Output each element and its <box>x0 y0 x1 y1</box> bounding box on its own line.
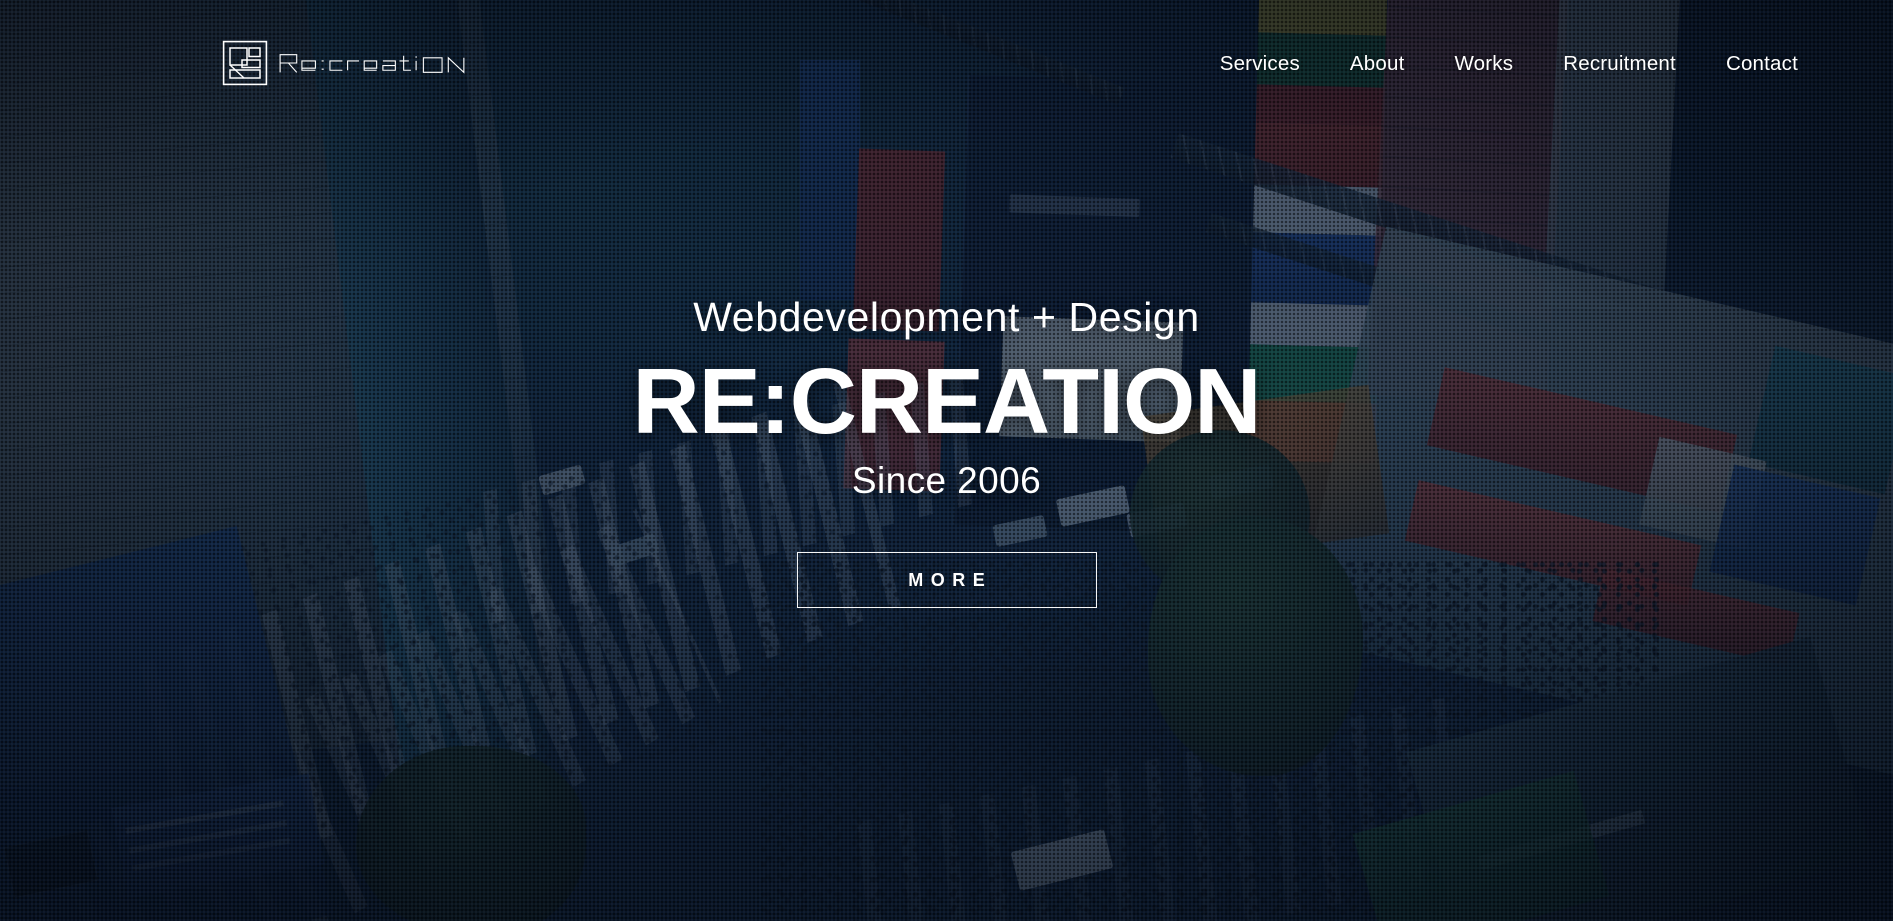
nav-item-contact[interactable]: Contact <box>1701 52 1823 76</box>
nav-item-about[interactable]: About <box>1325 52 1430 76</box>
nav-item-services[interactable]: Services <box>1195 52 1325 76</box>
hero-content: Webdevelopment + Design RE:CREATION Sinc… <box>0 0 1893 921</box>
nav-item-works[interactable]: Works <box>1430 52 1539 76</box>
nav-item-recruitment[interactable]: Recruitment <box>1538 52 1701 76</box>
hero-since-text: Since 2006 <box>851 460 1042 502</box>
site-header: Services About Works Recruitment Contact <box>0 0 1893 112</box>
logo-mark-icon <box>222 40 268 86</box>
main-navigation: Services About Works Recruitment Contact <box>1195 52 1823 76</box>
brand-wordmark <box>279 54 465 74</box>
brand-logo[interactable] <box>222 40 495 86</box>
more-button[interactable]: MORE <box>796 552 1097 609</box>
hero-subtitle: Webdevelopment + Design <box>693 293 1200 340</box>
hero-section: Services About Works Recruitment Contact… <box>0 0 1893 921</box>
hero-title: RE:CREATION <box>632 348 1262 453</box>
